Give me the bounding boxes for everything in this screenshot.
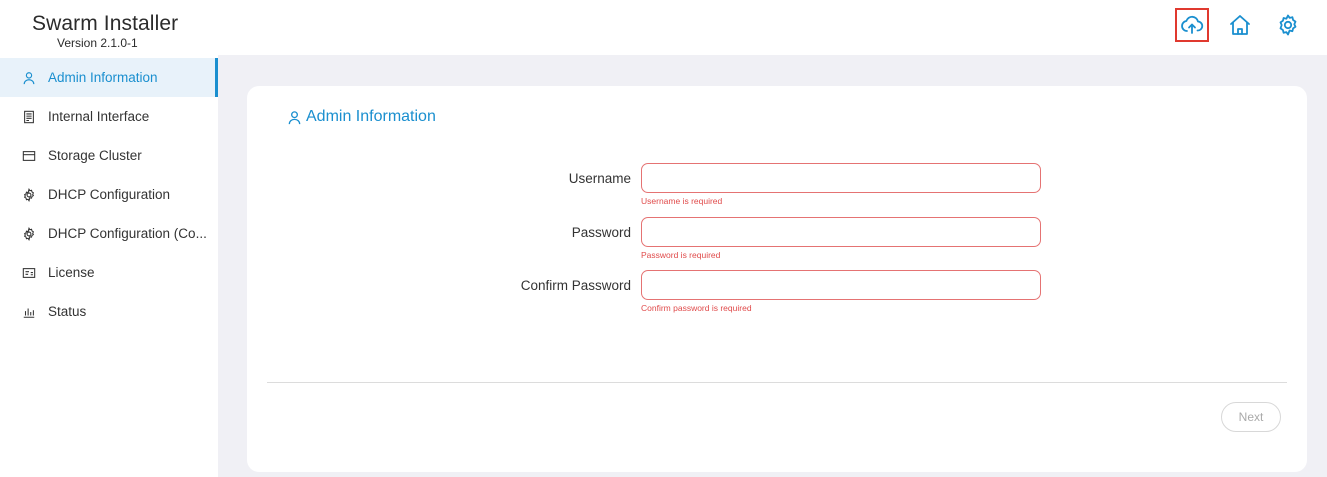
- section-title: Admin Information: [287, 108, 436, 126]
- home-icon: [1230, 15, 1250, 35]
- confirm-password-field[interactable]: [641, 270, 1041, 300]
- sidebar-item-license[interactable]: License: [0, 253, 218, 292]
- sidebar-item-label: Admin Information: [48, 70, 158, 85]
- sidebar-item-status[interactable]: Status: [0, 292, 218, 331]
- sidebar-item-label: DHCP Configuration (Co...: [48, 226, 207, 241]
- username-field[interactable]: [641, 163, 1041, 193]
- user-icon: [22, 71, 36, 85]
- sidebar-item-storage-cluster[interactable]: Storage Cluster: [0, 136, 218, 175]
- settings-button[interactable]: [1271, 8, 1305, 42]
- bar-chart-icon: [22, 305, 36, 319]
- password-field[interactable]: [641, 217, 1041, 247]
- sidebar-item-label: Status: [48, 304, 87, 319]
- confirm-password-label: Confirm Password: [520, 278, 631, 293]
- cloud-upload-icon: [1181, 15, 1204, 34]
- license-icon: [22, 266, 36, 280]
- home-button[interactable]: [1223, 8, 1257, 42]
- sidebar: Admin Information Internal Interface Sto…: [0, 58, 218, 477]
- storage-icon: [22, 149, 36, 163]
- header: Swarm Installer Version 2.1.0-1: [0, 0, 1327, 55]
- main-content: Admin Information Username Username is r…: [218, 55, 1327, 477]
- username-error: Username is required: [641, 196, 723, 206]
- password-label: Password: [571, 225, 631, 240]
- sidebar-item-label: License: [48, 265, 95, 280]
- header-actions: [1175, 8, 1305, 42]
- app-window: Swarm Installer Version 2.1.0-1 Admin In…: [0, 0, 1327, 477]
- app-version: Version 2.1.0-1: [57, 36, 138, 50]
- form-card: Admin Information Username Username is r…: [247, 86, 1307, 472]
- section-title-label: Admin Information: [306, 108, 436, 125]
- gear-icon: [22, 226, 36, 241]
- sidebar-item-label: DHCP Configuration: [48, 187, 171, 202]
- gear-icon: [22, 187, 36, 202]
- next-button[interactable]: Next: [1221, 402, 1281, 432]
- app-title: Swarm Installer: [32, 12, 179, 35]
- divider: [267, 382, 1287, 383]
- gear-icon: [1279, 14, 1297, 36]
- sidebar-item-internal-interface[interactable]: Internal Interface: [0, 97, 218, 136]
- sidebar-item-label: Storage Cluster: [48, 148, 142, 163]
- sidebar-item-label: Internal Interface: [48, 109, 150, 124]
- upload-button[interactable]: [1175, 8, 1209, 42]
- username-label: Username: [568, 171, 631, 186]
- sidebar-item-dhcp-configuration-co[interactable]: DHCP Configuration (Co...: [0, 214, 218, 253]
- server-icon: [22, 110, 36, 124]
- confirm-password-error: Confirm password is required: [641, 303, 752, 313]
- sidebar-item-admin-information[interactable]: Admin Information: [0, 58, 218, 97]
- sidebar-item-dhcp-configuration[interactable]: DHCP Configuration: [0, 175, 218, 214]
- brand: Swarm Installer Version 2.1.0-1: [32, 12, 178, 50]
- user-icon: [288, 110, 301, 124]
- password-error: Password is required: [641, 250, 721, 260]
